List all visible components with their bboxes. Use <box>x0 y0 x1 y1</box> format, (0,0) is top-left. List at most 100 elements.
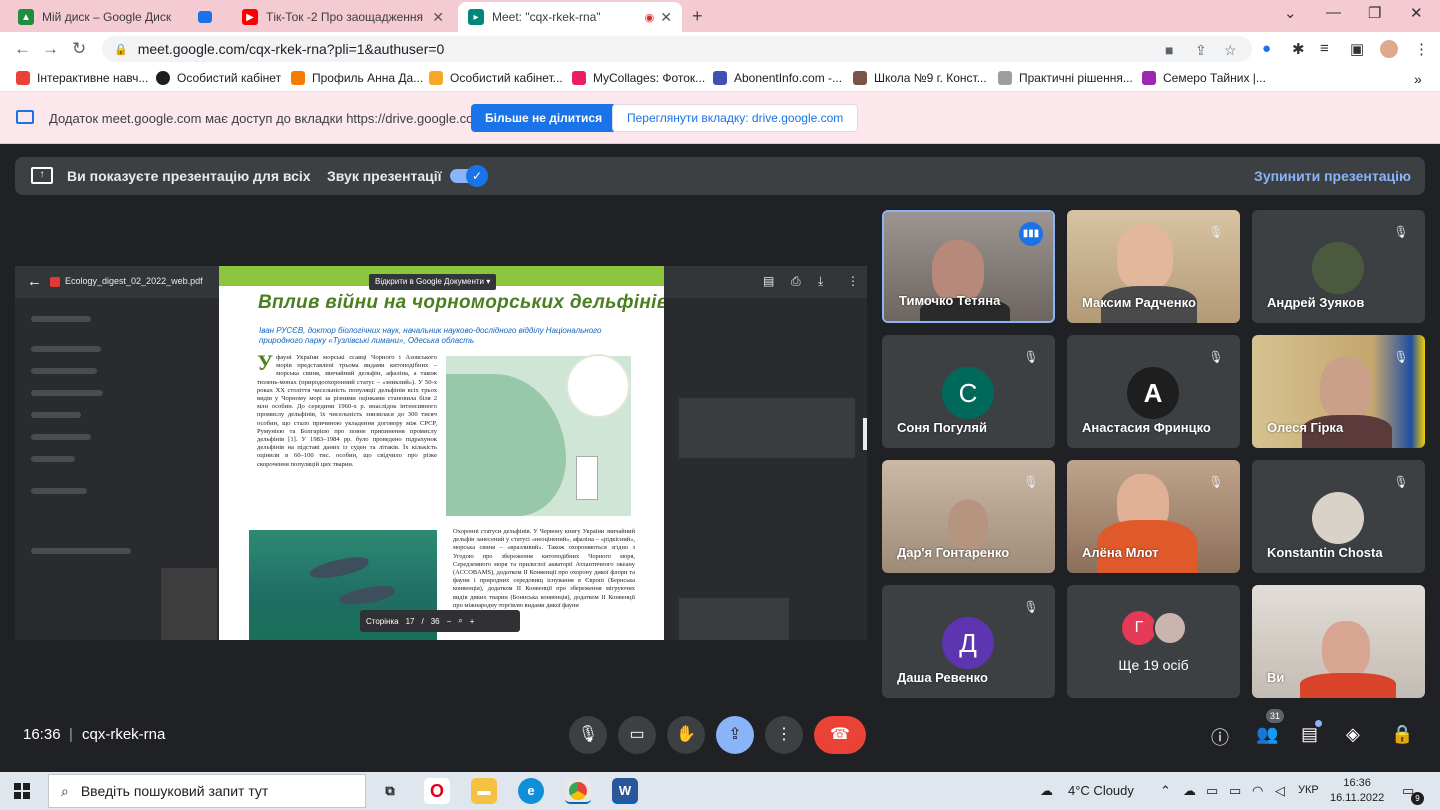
speaking-icon: ▮▮▮ <box>1019 222 1043 246</box>
close-icon[interactable]: ✕ <box>660 9 672 26</box>
tab-meet[interactable]: ▸ Meet: "cqx-rkek-rna" ◉ ✕ <box>458 2 682 32</box>
participant-face <box>948 500 988 550</box>
camera-icon[interactable]: ■ <box>1165 42 1173 58</box>
youtube-icon: ▶ <box>242 9 258 25</box>
bookmark-item[interactable]: Особистий кабінет... <box>429 71 563 85</box>
participant-tile[interactable]: Д 🎙 Даша Ревенко <box>882 585 1055 698</box>
mic-off-icon: 🎙 <box>1023 350 1039 364</box>
chat-icon[interactable]: ▤ <box>1301 724 1318 745</box>
more-participants-tile[interactable]: Г Ще 19 осіб <box>1067 585 1240 698</box>
taskbar-search[interactable]: ⌕ Введіть пошуковий запит тут <box>48 774 366 808</box>
taskbar-clock[interactable]: 16:36 16.11.2022 <box>1330 776 1384 806</box>
maximize-icon[interactable]: ❐ <box>1368 4 1381 22</box>
bookmark-item[interactable]: Особистий кабінет <box>156 71 281 85</box>
share-icon[interactable]: ⇪ <box>1195 42 1207 59</box>
bookmark-item[interactable]: Семеро Тайних |... <box>1142 71 1266 85</box>
bookmark-item[interactable]: Практичні рішення... <box>998 71 1133 85</box>
bookmark-label: Профиль Анна Да... <box>312 71 424 85</box>
present-button[interactable]: ⇪ <box>716 716 754 754</box>
minimize-icon[interactable]: — <box>1326 4 1341 21</box>
reload-icon[interactable]: ↻ <box>72 39 86 59</box>
bookmark-label: AbonentInfo.com -... <box>734 71 843 85</box>
participant-tile[interactable]: 🎙 Дар'я Гонтаренко <box>882 460 1055 573</box>
tab-drive[interactable]: ▲ Мій диск – Google Диск <box>8 2 230 32</box>
taskbar-time: 16:36 <box>1343 777 1371 789</box>
page-total: 36 <box>430 616 440 626</box>
raise-hand-button[interactable]: ✋ <box>667 716 705 754</box>
file-explorer-icon[interactable]: ▬ <box>471 778 497 804</box>
participant-tile[interactable]: 🎙 Андрей Зуяков <box>1252 210 1425 323</box>
forward-icon[interactable]: → <box>42 39 59 59</box>
bookmark-star-icon[interactable]: ☆ <box>1224 42 1237 59</box>
bookmark-icon <box>713 71 727 85</box>
people-icon[interactable]: 👥 <box>1256 724 1278 745</box>
chrome-icon[interactable] <box>565 778 591 804</box>
close-window-icon[interactable]: ✕ <box>1410 4 1423 22</box>
close-icon[interactable]: ✕ <box>432 9 444 26</box>
mic-button[interactable]: 🎙 <box>569 716 607 754</box>
bookmark-icon <box>1142 71 1156 85</box>
activities-icon[interactable]: ◈ <box>1346 724 1360 745</box>
bookmark-icon <box>429 71 443 85</box>
host-controls-icon[interactable]: 🔒 <box>1391 724 1413 745</box>
tab-share-icon <box>16 110 34 124</box>
mic-off-icon: 🎙 <box>1023 600 1039 614</box>
self-tile[interactable]: Ви <box>1252 585 1425 698</box>
bookmark-item[interactable]: MyCollages: Фоток... <box>572 71 705 85</box>
leave-call-button[interactable]: ☎ <box>814 716 866 754</box>
bookmark-icon <box>291 71 305 85</box>
participant-tile[interactable]: 🎙 Олеся Гірка <box>1252 335 1425 448</box>
edge-icon[interactable]: e <box>518 778 544 804</box>
view-tab-button[interactable]: Переглянути вкладку: drive.google.com <box>612 104 859 132</box>
participant-tile[interactable]: 🎙 Максим Радченко <box>1067 210 1240 323</box>
menu-dots-icon[interactable]: ⋮ <box>1414 40 1429 58</box>
media-icon[interactable]: ≡ <box>1320 40 1329 57</box>
stop-sharing-button[interactable]: Більше не ділитися <box>471 104 617 132</box>
participant-tile[interactable]: A 🎙 Анастасия Фринцко <box>1067 335 1240 448</box>
back-icon[interactable]: ← <box>14 39 31 59</box>
task-view-icon[interactable]: ⧉ <box>377 778 403 804</box>
tab-search-icon[interactable]: ⌄ <box>1284 4 1297 22</box>
participant-tile[interactable]: С 🎙 Соня Погуляй <box>882 335 1055 448</box>
wifi-icon[interactable]: ◠ <box>1252 783 1263 799</box>
battery-icon[interactable]: ▭ <box>1229 783 1241 799</box>
participant-tile[interactable]: 🎙 Алёна Млот <box>1067 460 1240 573</box>
stop-presentation-button[interactable]: Зупинити презентацію <box>1254 168 1411 184</box>
participant-tile[interactable]: 🎙 Konstantin Chosta <box>1252 460 1425 573</box>
extension-blue-icon[interactable]: ● <box>1262 40 1271 57</box>
page-current: 17 <box>405 616 415 626</box>
participant-name: Анастасия Фринцко <box>1082 420 1211 435</box>
camera-button[interactable]: ▭ <box>618 716 656 754</box>
windows-taskbar: ⌕ Введіть пошуковий запит тут ⧉ O ▬ e W … <box>0 772 1440 810</box>
more-options-button[interactable]: ⋮ <box>765 716 803 754</box>
presentation-audio-toggle[interactable]: ✓ <box>450 165 488 187</box>
more-bookmarks-button[interactable]: » <box>1414 71 1422 87</box>
opera-icon[interactable]: O <box>424 778 450 804</box>
bookmark-item[interactable]: Інтерактивне навч... <box>16 71 148 85</box>
weather-text[interactable]: 4°C Cloudy <box>1068 783 1134 798</box>
meeting-info-icon[interactable]: ⓘ <box>1211 724 1229 750</box>
windows-start-icon[interactable] <box>14 783 30 799</box>
side-panel-icon[interactable]: ▣ <box>1350 40 1364 58</box>
participant-tile[interactable]: ▮▮▮ Тимочко Тетяна <box>882 210 1055 323</box>
volume-icon[interactable]: ◁ <box>1275 783 1285 799</box>
tab-tiktok[interactable]: ▶ Тік-Ток -2 Про заощадження ен ✕ <box>232 2 454 32</box>
profile-avatar[interactable] <box>1380 40 1398 58</box>
bookmark-item[interactable]: Профиль Анна Да... <box>291 71 423 85</box>
zoom-out-icon: − <box>446 616 452 626</box>
download-icon: ⤓ <box>818 274 824 288</box>
url-field[interactable]: 🔒 meet.google.com/cqx-rkek-rna?pli=1&aut… <box>102 36 1252 62</box>
language-indicator[interactable]: УКР <box>1298 784 1319 796</box>
bookmark-item[interactable]: Школа №9 г. Конст... <box>853 71 987 85</box>
article-column-left: Уфауні України морські ссавці Чорного і … <box>257 352 437 469</box>
extensions-puzzle-icon[interactable]: ✱ <box>1292 40 1305 58</box>
word-icon[interactable]: W <box>612 778 638 804</box>
onedrive-icon[interactable]: ☁ <box>1183 783 1196 799</box>
bookmark-item[interactable]: AbonentInfo.com -... <box>713 71 842 85</box>
network-icon[interactable]: ▭ <box>1206 783 1218 799</box>
back-arrow-icon: ← <box>27 273 42 290</box>
map-land <box>446 374 566 516</box>
participant-photo <box>1153 611 1187 645</box>
tray-chevron-icon[interactable]: ⌃ <box>1160 783 1171 799</box>
new-tab-icon[interactable]: + <box>692 6 703 27</box>
